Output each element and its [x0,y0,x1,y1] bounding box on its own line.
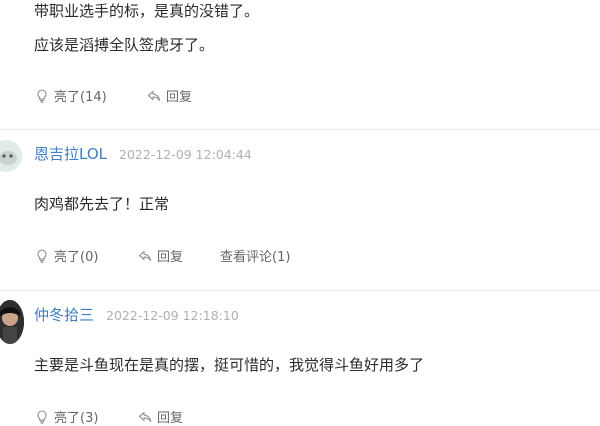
like-button[interactable]: 亮了(3) [34,407,98,426]
reply-icon [138,250,152,261]
like-count-label: 亮了(14) [54,90,107,105]
avatar[interactable] [0,140,22,172]
like-count-label: 亮了(3) [54,411,99,426]
lightbulb-icon [37,410,47,424]
username-link[interactable]: 恩吉拉LOL [34,143,107,164]
reply-button[interactable]: 回复 [137,407,183,426]
comment-meta: 恩吉拉LOL 2022-12-09 12:04:44 [34,143,252,164]
reply-label: 回复 [166,90,193,105]
lightbulb-icon [37,249,47,263]
like-button[interactable]: 亮了(14) [34,86,107,105]
comment-text: 肉鸡都先去了！正常 [34,195,170,213]
comment-text: 主要是斗鱼现在是真的摆，挺可惜的，我觉得斗鱼好用多了 [34,356,425,374]
avatar[interactable] [0,300,24,344]
reply-label: 回复 [157,250,184,265]
reply-icon [147,90,161,101]
lightbulb-icon [37,89,47,103]
avatar-image [0,300,24,344]
view-comments-button[interactable]: 查看评论(1) [220,246,290,265]
like-button[interactable]: 亮了(0) [34,246,98,265]
comment-divider [0,290,600,291]
comment-text-line: 应该是滔搏全队签虎牙了。 [34,36,215,54]
reply-button[interactable]: 回复 [146,86,192,105]
timestamp: 2022-12-09 12:04:44 [119,147,252,162]
reply-label: 回复 [157,411,184,426]
timestamp: 2022-12-09 12:18:10 [106,308,239,323]
reply-button[interactable]: 回复 [137,246,183,265]
comment-divider [0,129,600,130]
view-comments-label: 查看评论(1) [220,250,291,265]
comment-meta: 仲冬拾三 2022-12-09 12:18:10 [34,304,239,325]
reply-icon [138,411,152,422]
avatar-image [0,140,22,172]
comment-text-line: 带职业选手的标，是真的没错了。 [34,2,260,20]
username-link[interactable]: 仲冬拾三 [34,304,94,325]
like-count-label: 亮了(0) [54,250,99,265]
